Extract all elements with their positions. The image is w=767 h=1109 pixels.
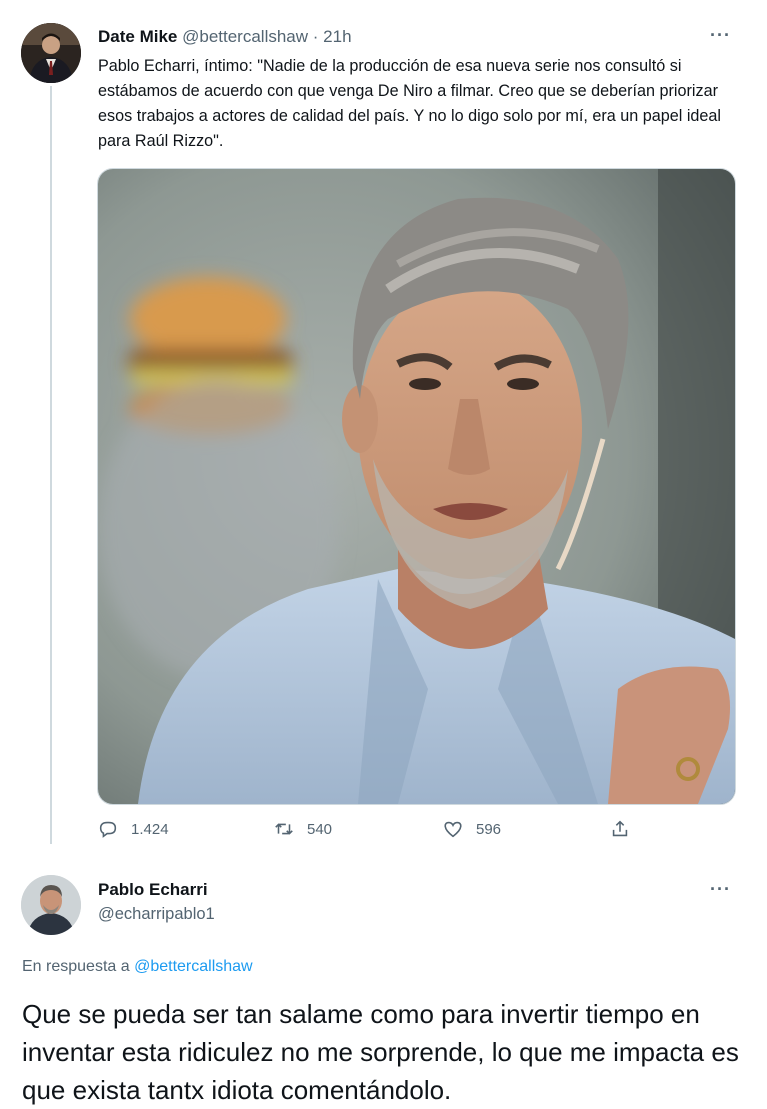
avatar-date-mike[interactable] <box>21 23 81 83</box>
tweet1-text: Pablo Echarri, íntimo: "Nadie de la prod… <box>98 57 722 150</box>
reply-prefix: En respuesta a <box>22 958 135 975</box>
tweet1-time[interactable]: 21h <box>323 27 351 46</box>
tweet1-action-bar: 1.424 540 596 <box>97 818 657 848</box>
reply-button[interactable]: 1.424 <box>97 818 169 840</box>
share-icon <box>612 820 628 837</box>
avatar-pablo-echarri[interactable] <box>21 875 81 935</box>
retweet-count: 540 <box>307 820 333 838</box>
tweet1-header: Date Mike @bettercallshaw · 21h <box>98 27 352 47</box>
retweet-icon <box>275 823 293 835</box>
tweet1-display-name[interactable]: Date Mike <box>98 27 177 46</box>
reply-count: 1.424 <box>131 820 169 838</box>
tweet-thread: Date Mike @bettercallshaw · 21h ··· Pabl… <box>0 0 767 1108</box>
tweet2-handle[interactable]: @echarripablo1 <box>98 905 215 924</box>
tweet2-more-icon[interactable]: ··· <box>710 880 731 898</box>
reply-mention-link[interactable]: @bettercallshaw <box>134 958 253 975</box>
like-icon <box>444 821 462 838</box>
reply-icon <box>99 821 117 838</box>
like-count: 596 <box>476 820 502 838</box>
tweet1-photo[interactable] <box>97 168 736 805</box>
reply-context: En respuesta a @bettercallshaw <box>22 958 253 976</box>
share-button[interactable] <box>609 818 631 840</box>
like-button[interactable]: 596 <box>442 818 501 840</box>
portrait-photo <box>98 169 735 804</box>
tweet1-more-icon[interactable]: ··· <box>710 26 731 44</box>
tweet2-text: Que se pueda ser tan salame como para in… <box>22 999 739 1105</box>
tweet1-separator: · <box>308 27 324 46</box>
tweet1-handle[interactable]: @bettercallshaw <box>182 27 308 46</box>
thread-connector-line <box>50 86 52 844</box>
tweet2-display-name[interactable]: Pablo Echarri <box>98 880 208 900</box>
retweet-button[interactable]: 540 <box>273 818 332 840</box>
